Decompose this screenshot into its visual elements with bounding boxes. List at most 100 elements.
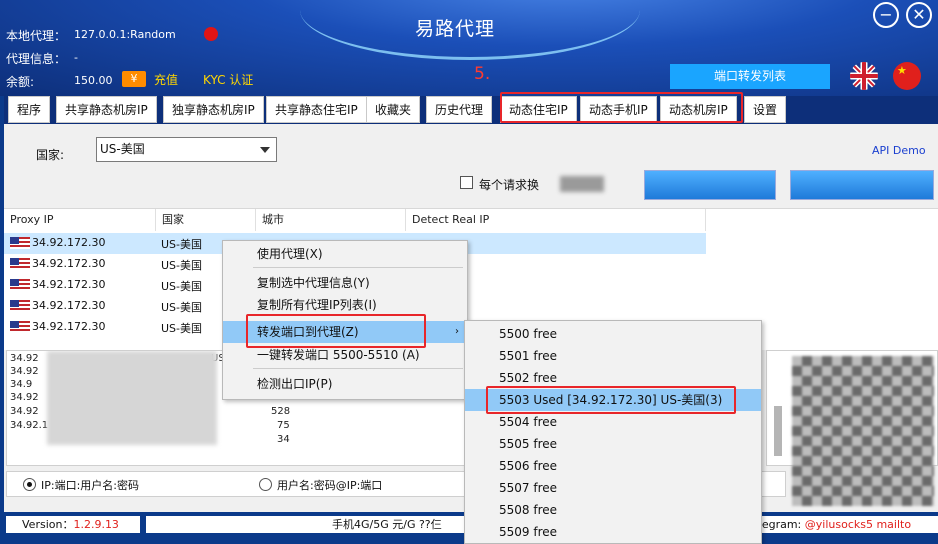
proxy-ip-cell: 34.92.172.30 (32, 236, 106, 249)
step-annotation: 5. (474, 64, 491, 84)
submenu-port-5507[interactable]: 5507 free (465, 477, 761, 499)
format-radio-user-pass-at-ip[interactable] (259, 478, 272, 491)
close-button[interactable]: ✕ (906, 2, 932, 28)
log-line: 34.92 (10, 392, 39, 403)
country-cell: US-美国 (161, 280, 203, 293)
blurred-region (560, 176, 604, 192)
chinese-language-icon[interactable]: ★ (893, 62, 921, 90)
country-cell: US-美国 (161, 259, 203, 272)
log-line: 34.92 (10, 353, 39, 364)
tab-program[interactable]: 程序 (8, 96, 51, 123)
log-fragment: 75 (277, 420, 290, 431)
proxy-ip-cell: 34.92.172.30 (32, 320, 106, 333)
balance-value: 150.00 (74, 74, 113, 87)
country-cell: US-美国 (161, 322, 203, 335)
submenu-port-5509[interactable]: 5509 free (465, 521, 761, 543)
menu-separator (253, 267, 463, 268)
window-title: 易路代理 (414, 18, 495, 40)
tab-settings[interactable]: 设置 (744, 96, 787, 123)
log-line: 34.92 (10, 366, 39, 377)
menu-item-check-exit-ip[interactable]: 检测出口IP(P) (223, 373, 467, 395)
proxy-info-value: - (74, 51, 78, 64)
country-label: 国家: (36, 148, 65, 162)
us-flag-icon (10, 237, 30, 249)
local-proxy-value: 127.0.0.1:Random (74, 28, 176, 41)
english-language-icon[interactable] (850, 62, 878, 90)
telegram-handle[interactable]: @yilusocks5 (805, 518, 873, 531)
format-option-1-label: IP:端口:用户名:密码 (41, 479, 139, 492)
proxy-ip-cell: 34.92.172.30 (32, 299, 106, 312)
log-line: 34.92.1 (10, 420, 49, 431)
log-line: 34.9 (10, 379, 33, 390)
chevron-down-icon (260, 147, 270, 153)
mailto-link[interactable]: mailto (876, 518, 911, 531)
column-header-city[interactable]: 城市 (256, 209, 406, 231)
kyc-link[interactable]: KYC 认证 (203, 71, 253, 88)
tab-dynamic-mobile[interactable]: 动态手机IP (580, 96, 657, 123)
submenu-port-5506[interactable]: 5506 free (465, 455, 761, 477)
us-flag-icon (10, 258, 30, 270)
version-value: 1.2.9.13 (73, 518, 119, 531)
local-proxy-label: 本地代理： (6, 29, 67, 43)
submenu-port-5508[interactable]: 5508 free (465, 499, 761, 521)
format-option-2-label: 用户名:密码@IP:端口 (277, 479, 383, 492)
log-fragment: 528 (271, 406, 291, 417)
menu-separator (253, 368, 463, 369)
context-menu: 使用代理(X) 复制选中代理信息(Y) 复制所有代理IP列表(I) 转发端口到代… (222, 240, 468, 400)
menu-item-copy-selected-proxy[interactable]: 复制选中代理信息(Y) (223, 272, 467, 294)
menu-item-use-proxy[interactable]: 使用代理(X) (223, 243, 467, 265)
menu-item-forward-port[interactable]: 转发端口到代理(Z) › (223, 321, 467, 343)
port-submenu: 5500 free 5501 free 5502 free 5503 Used … (464, 320, 762, 544)
tab-dynamic-datacenter[interactable]: 动态机房IP (660, 96, 737, 123)
qr-code-image (792, 356, 934, 506)
submenu-port-5500[interactable]: 5500 free (465, 323, 761, 345)
yen-icon: ¥ (122, 71, 146, 87)
uk-flag-icon (850, 62, 878, 90)
blurred-region (47, 351, 217, 445)
tab-dedicated-static-datacenter[interactable]: 独享静态机房IP (163, 96, 264, 123)
tab-bar: 程序 共享静态机房IP 独享静态机房IP 共享静态住宅IP 收藏夹 历史代理 动… (4, 96, 938, 124)
column-header-detect-real-ip[interactable]: Detect Real IP (406, 209, 706, 231)
tab-shared-static-residential[interactable]: 共享静态住宅IP (266, 96, 367, 123)
app-header: 易路代理 本地代理： 127.0.0.1:Random 代理信息： - 余额: … (0, 0, 938, 96)
menu-item-one-click-forward[interactable]: 一键转发端口 5500-5510 (A) (223, 344, 467, 366)
recharge-link[interactable]: 充值 (154, 71, 178, 88)
country-dropdown[interactable]: US-美国 (96, 137, 277, 162)
tab-history[interactable]: 历史代理 (426, 96, 493, 123)
action-button-2[interactable] (790, 170, 934, 200)
submenu-port-5501[interactable]: 5501 free (465, 345, 761, 367)
proxy-info-label: 代理信息： (6, 52, 67, 66)
column-header-country[interactable]: 国家 (156, 209, 256, 231)
menu-item-forward-port-label: 转发端口到代理(Z) (257, 325, 359, 339)
tab-favorites[interactable]: 收藏夹 (366, 96, 421, 123)
submenu-port-5504[interactable]: 5504 free (465, 411, 761, 433)
balance-label: 余额: (6, 75, 35, 89)
proxy-status-indicator (204, 27, 218, 41)
api-demo-link[interactable]: API Demo (872, 144, 926, 157)
proxy-ip-cell: 34.92.172.30 (32, 278, 106, 291)
format-radio-ip-port-user-pass[interactable] (23, 478, 36, 491)
submenu-port-5505[interactable]: 5505 free (465, 433, 761, 455)
country-cell: US-美国 (161, 238, 203, 251)
us-flag-icon (10, 300, 30, 312)
tab-dynamic-residential[interactable]: 动态住宅IP (500, 96, 577, 123)
country-cell: US-美国 (161, 301, 203, 314)
chevron-right-icon: › (455, 326, 459, 337)
vertical-scrollbar[interactable] (774, 406, 782, 456)
us-flag-icon (10, 321, 30, 333)
port-forward-list-button[interactable]: 端口转发列表 (670, 64, 830, 89)
proxy-ip-cell: 34.92.172.30 (32, 257, 106, 270)
us-flag-icon (10, 279, 30, 291)
per-request-label: 每个请求换 (479, 178, 540, 192)
submenu-port-5502[interactable]: 5502 free (465, 367, 761, 389)
per-request-checkbox[interactable] (460, 176, 473, 189)
action-button-1[interactable] (644, 170, 776, 200)
menu-item-copy-all-proxies[interactable]: 复制所有代理IP列表(I) (223, 294, 467, 316)
log-fragment: 34 (277, 434, 290, 445)
contact-info: elegram: @yilusocks5 mailto (752, 516, 938, 533)
minimize-button[interactable]: − (873, 2, 899, 28)
submenu-port-5503[interactable]: 5503 Used [34.92.172.30] US-美国(3) (465, 389, 761, 411)
tab-shared-static-datacenter[interactable]: 共享静态机房IP (56, 96, 157, 123)
column-header-proxy-ip[interactable]: Proxy IP (4, 209, 156, 231)
log-line: 34.92 (10, 406, 39, 417)
